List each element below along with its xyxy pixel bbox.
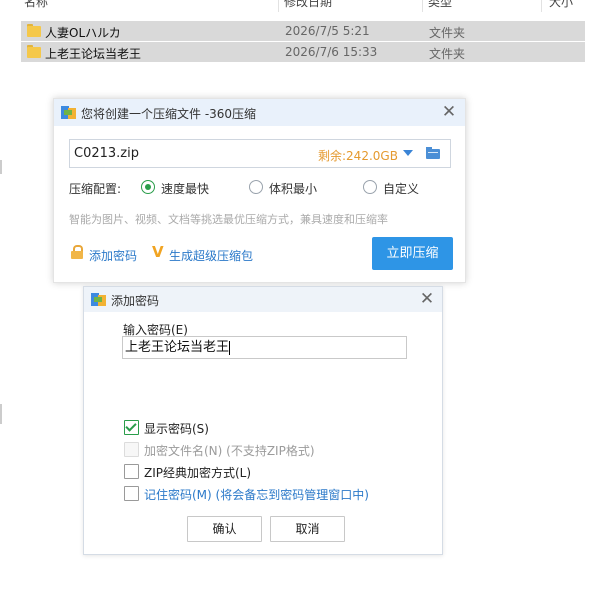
zip-classic-encryption-checkbox[interactable] — [124, 464, 139, 479]
file-type: 文件夹 — [429, 26, 466, 40]
file-name: 人妻OLハルカ — [45, 26, 121, 40]
column-size[interactable]: 大小 — [549, 0, 573, 10]
column-divider[interactable] — [422, 0, 423, 12]
column-divider[interactable] — [278, 0, 279, 12]
add-password-link[interactable]: 添加密码 — [89, 247, 137, 264]
archive-name-value[interactable]: C0213.zip — [74, 146, 139, 161]
radio-fastest[interactable] — [141, 180, 155, 194]
archive-name-field[interactable]: C0213.zip 剩余:242.0GB — [69, 139, 451, 168]
compress-dialog-titlebar[interactable]: 您将创建一个压缩文件 -360压缩 ✕ — [54, 99, 465, 126]
file-date: 2026/7/5 5:21 — [285, 24, 370, 38]
compress-description: 智能为图片、视频、文档等挑选最优压缩方式，兼具速度和压缩率 — [69, 213, 388, 226]
password-dialog-title: 添加密码 — [111, 294, 160, 308]
add-password-dialog: 添加密码 ✕ 输入密码(E) 上老王论坛当老王 显示密码(S) 加密文件名(N)… — [83, 286, 443, 555]
free-space-label: 剩余:242.0GB — [318, 149, 398, 163]
left-edge-mark — [0, 404, 2, 424]
archive-app-icon — [91, 293, 106, 306]
compress-dialog-title: 您将创建一个压缩文件 -360压缩 — [81, 107, 257, 121]
column-name[interactable]: 名称 — [24, 0, 48, 10]
radio-custom-label[interactable]: 自定义 — [383, 180, 419, 197]
show-password-label[interactable]: 显示密码(S) — [144, 420, 209, 437]
compress-level-label: 压缩配置: — [69, 182, 122, 196]
chevron-down-icon[interactable] — [403, 150, 413, 156]
browse-folder-icon[interactable] — [426, 147, 440, 159]
password-input[interactable]: 上老王论坛当老王 — [122, 336, 407, 359]
text-cursor — [229, 340, 231, 355]
super-pack-link[interactable]: 生成超级压缩包 — [169, 247, 253, 264]
show-password-checkbox[interactable] — [124, 420, 139, 435]
file-date: 2026/7/6 15:33 — [285, 45, 378, 59]
remember-password-label[interactable]: 记住密码(M) (将会备忘到密码管理窗口中) — [144, 486, 369, 503]
file-type: 文件夹 — [429, 47, 466, 61]
zip-classic-encryption-label[interactable]: ZIP经典加密方式(L) — [144, 464, 251, 481]
encrypt-filenames-checkbox — [124, 442, 139, 457]
folder-icon — [27, 24, 41, 37]
password-dialog-titlebar[interactable]: 添加密码 ✕ — [84, 287, 442, 312]
radio-smallest[interactable] — [249, 180, 263, 194]
lock-icon[interactable] — [71, 245, 83, 259]
folder-icon — [27, 45, 41, 58]
radio-custom[interactable] — [363, 180, 377, 194]
compress-now-button[interactable]: 立即压缩 — [372, 237, 453, 270]
radio-smallest-label[interactable]: 体积最小 — [269, 180, 317, 197]
remember-password-checkbox[interactable] — [124, 486, 139, 501]
cancel-button[interactable]: 取消 — [270, 516, 345, 542]
file-row[interactable]: 人妻OLハルカ 2026/7/5 5:21 文件夹 — [21, 21, 585, 41]
column-type[interactable]: 类型 — [428, 0, 452, 10]
encrypt-filenames-label: 加密文件名(N) (不支持ZIP格式) — [144, 444, 315, 458]
ok-button[interactable]: 确认 — [187, 516, 262, 542]
file-name: 上老王论坛当老王 — [45, 47, 142, 61]
close-icon[interactable]: ✕ — [419, 291, 435, 308]
vip-icon: V — [152, 243, 164, 261]
column-date[interactable]: 修改日期 — [284, 0, 332, 10]
column-divider[interactable] — [541, 0, 542, 12]
close-icon[interactable]: ✕ — [441, 104, 457, 121]
compress-dialog: 您将创建一个压缩文件 -360压缩 ✕ C0213.zip 剩余:242.0GB… — [53, 98, 466, 283]
left-edge-mark — [0, 160, 2, 174]
column-header: 名称 修改日期 类型 大小 — [0, 0, 613, 12]
radio-fastest-label[interactable]: 速度最快 — [161, 180, 209, 197]
password-input-value: 上老王论坛当老王 — [125, 340, 230, 355]
archive-app-icon — [61, 106, 76, 119]
file-row[interactable]: 上老王论坛当老王 2026/7/6 15:33 文件夹 — [21, 42, 585, 62]
